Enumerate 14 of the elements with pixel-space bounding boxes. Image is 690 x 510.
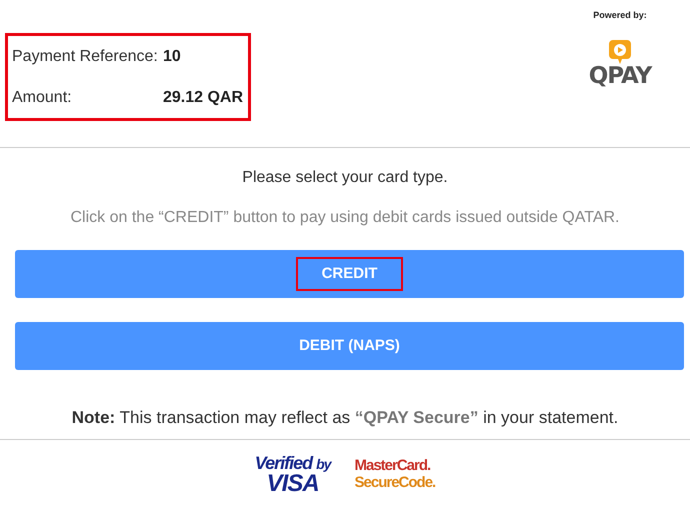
field-value: 10 (163, 46, 181, 66)
play-bubble-icon (608, 38, 632, 64)
card-type-button[interactable]: CREDIT (15, 250, 684, 298)
verified-by-visa-logo: Verified by VISA (254, 454, 330, 496)
field-label: Payment Reference: (12, 46, 159, 66)
prompt-text: Please select your card type. (241, 168, 449, 188)
mastercard-securecode-logo: MasterCard. SecureCode. (354, 458, 436, 491)
powered-by-label: Powered by: (593, 9, 647, 22)
qpay-logo: QPAY (588, 38, 652, 88)
field-value: 29.12 QAR (163, 88, 244, 108)
field-label: Amount: (12, 88, 73, 108)
hint-text: Click on the “CREDIT” button to pay using debit cards issued outside QATAR. (70, 208, 620, 228)
card-type-button[interactable]: DEBIT (NAPS) (15, 322, 684, 370)
note-text: Note: This transaction may reflect as “QPAY Secure” in your statement. (0, 394, 690, 440)
